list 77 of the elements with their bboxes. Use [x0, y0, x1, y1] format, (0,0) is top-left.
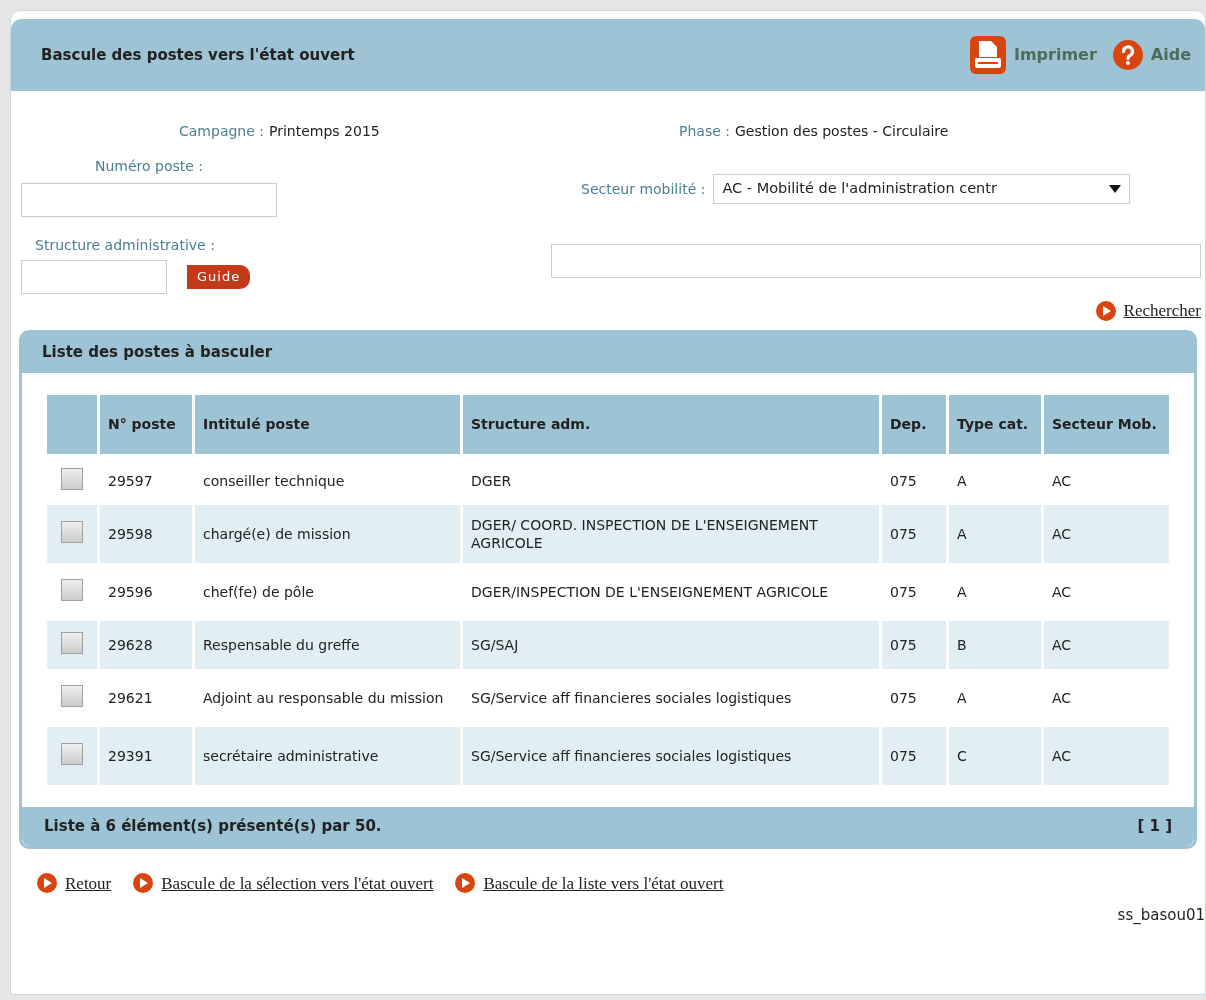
structure-label: Structure administrative :: [34, 236, 216, 255]
table-cell: DGER/INSPECTION DE L'ENSEIGNEMENT AGRICOLE: [471, 583, 829, 600]
phase-label: Phase :: [679, 122, 730, 141]
table-cell: 29391: [108, 747, 153, 764]
table-cell: 075: [890, 583, 917, 600]
table-cell: SG/Service aff financieres sociales logistiques: [471, 689, 792, 706]
action-link[interactable]: Bascule de la sélection vers l'état ouvert: [161, 870, 434, 896]
column-header: Dep.: [882, 395, 946, 457]
rechercher-link[interactable]: Rechercher: [1123, 298, 1201, 324]
phase-value: Gestion des postes - Circulaire: [734, 122, 949, 141]
secteur-mobilite-select[interactable]: AC - Mobilité de l'administration centr: [713, 174, 1131, 204]
table-cell: DGER: [471, 472, 512, 489]
row-checkbox[interactable]: [61, 467, 83, 490]
structure-name-field[interactable]: [551, 244, 1201, 278]
arrow-bullet-icon: [455, 873, 476, 894]
table-cell: 075: [890, 636, 917, 653]
screen-code: ss_basou01: [1117, 906, 1205, 924]
guide-button[interactable]: Guide: [187, 265, 251, 289]
campagne-label: Campagne :: [179, 122, 264, 141]
arrow-bullet-icon: [1095, 300, 1116, 321]
table-cell: conseiller technique: [203, 472, 345, 489]
arrow-bullet-icon: [37, 873, 57, 894]
page-title: Bascule des postes vers l'état ouvert: [41, 44, 355, 66]
table-cell: 29598: [108, 525, 153, 542]
table-cell: secrétaire administrative: [203, 747, 379, 764]
help-icon: [1112, 40, 1143, 70]
table-cell: SG/SAJ: [471, 636, 519, 653]
table-cell: AC: [1052, 472, 1072, 489]
table-cell: A: [957, 689, 967, 706]
row-checkbox[interactable]: [61, 578, 83, 601]
table-cell: AC: [1052, 747, 1072, 764]
table-cell: Adjoint au responsable du mission: [203, 689, 444, 706]
column-header: Secteur Mob.: [1044, 395, 1169, 457]
table-cell: AC: [1052, 636, 1072, 653]
row-checkbox[interactable]: [61, 520, 83, 543]
table-cell: Respensable du greffe: [203, 636, 360, 653]
action-link[interactable]: Bascule de la liste vers l'état ouvert: [483, 870, 724, 896]
structure-field[interactable]: [21, 260, 167, 294]
row-checkbox[interactable]: [61, 631, 83, 654]
table-cell: B: [957, 636, 967, 653]
table-cell: 29628: [108, 636, 153, 653]
table-cell: AC: [1052, 689, 1072, 706]
row-checkbox[interactable]: [61, 684, 83, 707]
pagination-text: [ 1 ]: [1137, 816, 1172, 837]
table-cell: SG/Service aff financieres sociales logistiques: [471, 747, 792, 764]
numero-poste-field[interactable]: [21, 183, 277, 217]
column-header: Structure adm.: [463, 395, 879, 457]
dropdown-caret-icon: [1109, 185, 1122, 193]
table-cell: A: [957, 583, 967, 600]
printer-icon: [969, 36, 1006, 74]
column-header: N° poste: [100, 395, 192, 457]
table-cell: 075: [890, 525, 917, 542]
table-cell: 29621: [108, 689, 153, 706]
table-cell: chef(fe) de pôle: [203, 583, 314, 600]
table-cell: 29597: [108, 472, 153, 489]
table-cell: AC: [1052, 583, 1072, 600]
column-header: Intitulé poste: [195, 395, 460, 457]
select-column-header: [47, 395, 97, 457]
table-cell: DGER/ COORD. INSPECTION DE L'ENSEIGNEMENT AGRICOLE: [471, 516, 818, 551]
table-cell: A: [957, 525, 967, 542]
table-cell: 075: [890, 747, 917, 764]
column-header: Type cat.: [949, 395, 1041, 457]
table-cell: AC: [1052, 525, 1072, 542]
action-link[interactable]: Retour: [65, 870, 112, 896]
list-count-text: Liste à 6 élément(s) présenté(s) par 50.: [44, 816, 382, 837]
secteur-mobilite-label: Secteur mobilité :: [581, 179, 706, 199]
table-cell: 075: [890, 472, 917, 489]
table-cell: 075: [890, 689, 917, 706]
table-cell: C: [957, 747, 967, 764]
numero-poste-label: Numéro poste :: [93, 157, 205, 176]
row-checkbox[interactable]: [61, 742, 83, 765]
arrow-bullet-icon: [133, 873, 154, 894]
table-cell: A: [957, 472, 967, 489]
list-title-bar: Liste des postes à basculer: [22, 332, 1194, 373]
campagne-value: Printemps 2015: [269, 122, 380, 141]
table-cell: 29596: [108, 583, 153, 600]
table-cell: chargé(e) de mission: [203, 525, 351, 542]
